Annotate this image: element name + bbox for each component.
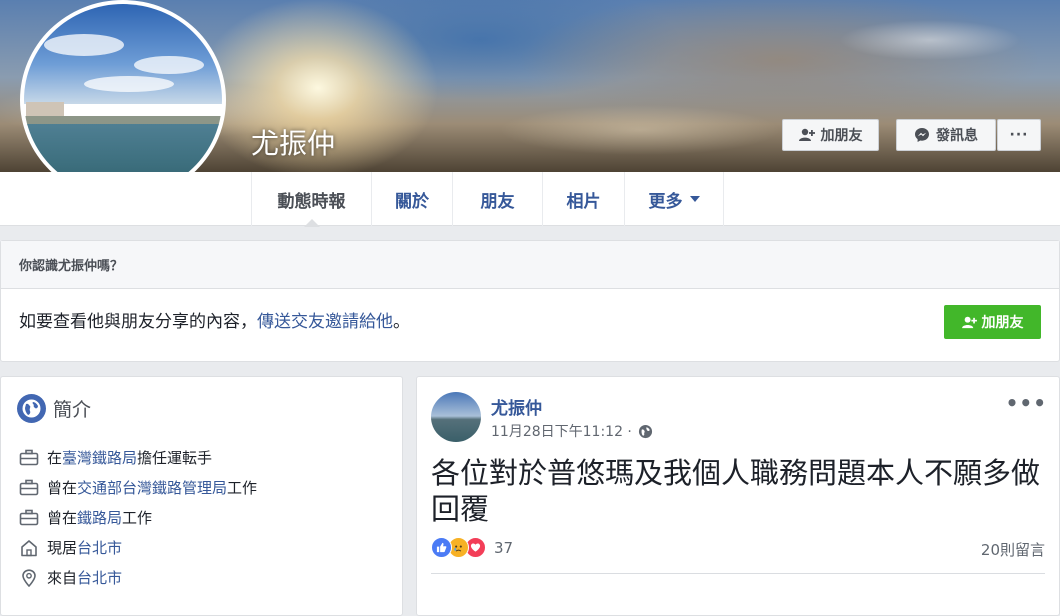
intro-card: 簡介 在臺灣鐵路局擔任運転手 曾在交通部台灣鐵路管理局工作 曾在鐵路局工作 現居… <box>0 376 403 616</box>
public-globe-icon[interactable] <box>638 424 653 439</box>
intro-item-work-1: 在臺灣鐵路局擔任運転手 <box>19 447 212 468</box>
post-author-avatar[interactable] <box>431 392 481 442</box>
intro-title: 簡介 <box>53 399 92 421</box>
tab-friends[interactable]: 朋友 <box>452 172 542 226</box>
add-friend-label: 加朋友 <box>820 128 863 144</box>
tab-more[interactable]: 更多 <box>624 172 724 226</box>
messenger-icon <box>915 128 929 142</box>
intro-item-link[interactable]: 台北市 <box>77 539 122 557</box>
intro-item-prefix: 曾在 <box>47 479 78 497</box>
post-card: 尤振仲 11月28日下午11:12 · ••• 各位對於普悠瑪及我個人職務問題本… <box>416 376 1060 616</box>
do-you-know-text: 如要查看他與朋友分享的內容，傳送交友邀請給他。 <box>19 307 410 332</box>
more-options-button[interactable]: ··· <box>997 119 1041 151</box>
profile-picture[interactable] <box>20 0 226 200</box>
tab-about[interactable]: 關於 <box>371 172 452 226</box>
send-friend-request-link[interactable]: 傳送交友邀請給他 <box>257 312 393 332</box>
send-message-button[interactable]: 發訊息 <box>896 119 996 151</box>
intro-item-suffix: 工作 <box>122 509 153 527</box>
like-reaction-icon <box>431 537 452 558</box>
intro-item-link[interactable]: 交通部台灣鐵路管理局 <box>77 479 227 497</box>
intro-item-suffix: 擔任運転手 <box>137 449 213 467</box>
post-time-text[interactable]: 11月28日下午11:12 · <box>491 421 632 441</box>
post-divider <box>431 573 1045 574</box>
intro-item-link[interactable]: 鐵路局 <box>77 509 122 527</box>
tab-timeline-label: 動態時報 <box>277 191 346 212</box>
briefcase-icon <box>19 509 39 525</box>
do-you-know-prompt: 如要查看他與朋友分享的內容， <box>19 312 257 332</box>
post-options-button[interactable]: ••• <box>1006 391 1047 415</box>
tab-photos[interactable]: 相片 <box>542 172 624 226</box>
chevron-down-icon <box>689 196 700 202</box>
intro-item-work-3: 曾在鐵路局工作 <box>19 507 152 528</box>
globe-icon <box>17 394 46 423</box>
intro-item-link[interactable]: 台北市 <box>77 569 122 587</box>
intro-item-prefix: 現居 <box>47 539 78 557</box>
post-reactions[interactable]: 37 <box>431 537 513 558</box>
home-icon <box>21 539 37 556</box>
do-you-know-card: 你認識尤振仲嗎？ 如要查看他與朋友分享的內容，傳送交友邀請給他。 加朋友 <box>0 240 1060 362</box>
intro-item-link[interactable]: 臺灣鐵路局 <box>62 449 137 467</box>
add-friend-icon <box>798 128 815 141</box>
do-you-know-end: 。 <box>393 312 410 332</box>
tab-about-label: 關於 <box>395 191 429 212</box>
tab-timeline[interactable]: 動態時報 <box>251 172 371 227</box>
location-pin-icon <box>22 568 36 587</box>
post-author-name[interactable]: 尤振仲 <box>491 394 542 419</box>
reaction-count: 37 <box>494 538 514 557</box>
post-text: 各位對於普悠瑪及我個人職務問題本人不願多做回覆 <box>431 456 1041 526</box>
profile-picture-cloud <box>84 76 174 92</box>
intro-item-prefix: 曾在 <box>47 509 78 527</box>
intro-item-prefix: 在 <box>47 449 63 467</box>
add-friend-icon <box>961 316 977 328</box>
do-you-know-heading: 你認識尤振仲嗎？ <box>1 241 1059 289</box>
intro-item-from: 來自台北市 <box>19 567 122 588</box>
briefcase-icon <box>19 449 39 465</box>
tab-friends-label: 朋友 <box>480 191 515 212</box>
send-message-label: 發訊息 <box>936 128 978 144</box>
intro-item-work-2: 曾在交通部台灣鐵路管理局工作 <box>19 477 257 498</box>
intro-item-lives-in: 現居台北市 <box>19 537 122 558</box>
profile-picture-cloud <box>44 34 124 56</box>
profile-picture-cloud <box>134 56 204 74</box>
more-options-label: ··· <box>1009 127 1029 143</box>
profile-tab-bar: 動態時報 關於 朋友 相片 更多 <box>0 172 1060 227</box>
post-timestamp: 11月28日下午11:12 · <box>491 421 653 441</box>
add-friend-button[interactable]: 加朋友 <box>782 119 879 151</box>
intro-item-prefix: 來自 <box>47 569 78 587</box>
intro-item-suffix: 工作 <box>227 479 258 497</box>
comment-count[interactable]: 20則留言 <box>981 539 1045 560</box>
add-friend-green-button[interactable]: 加朋友 <box>944 305 1041 339</box>
profile-name[interactable]: 尤振仲 <box>251 122 335 162</box>
briefcase-icon <box>19 479 39 495</box>
tab-more-label: 更多 <box>648 191 683 212</box>
tab-photos-label: 相片 <box>566 191 601 212</box>
add-friend-green-label: 加朋友 <box>981 315 1024 331</box>
